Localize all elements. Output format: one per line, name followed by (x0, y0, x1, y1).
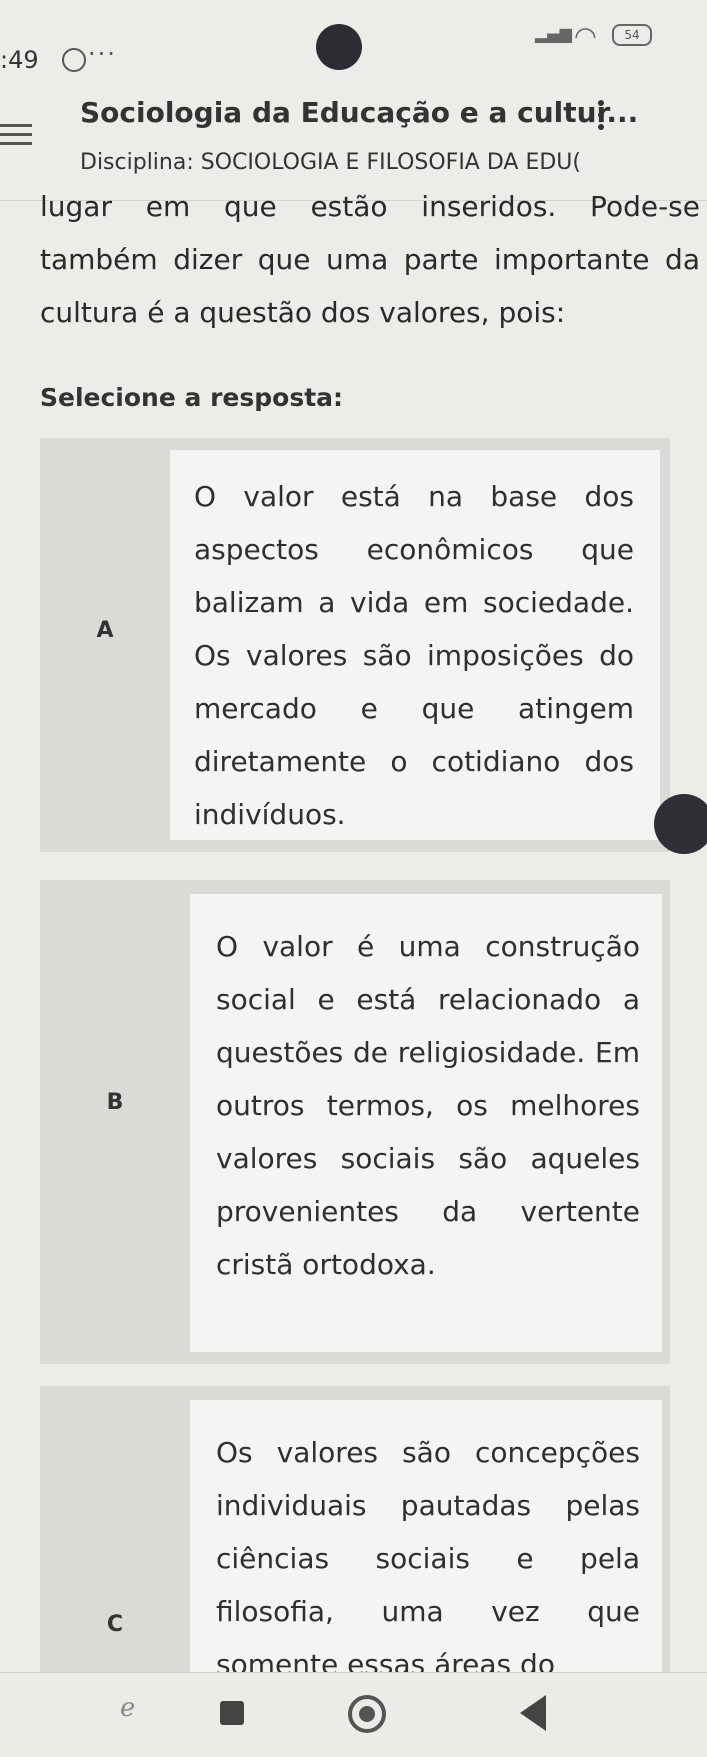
select-answer-label: Selecione a resposta: (40, 383, 344, 412)
whatsapp-icon (62, 48, 86, 72)
signal-icon: ▂▄▆ (535, 24, 572, 43)
answer-option-b[interactable]: B O valor é uma construção social e está… (40, 880, 670, 1364)
camera-cutout (316, 24, 362, 70)
page-title: Sociologia da Educação e a cultur... (80, 96, 639, 129)
option-content: O valor está na base dos aspectos econôm… (170, 450, 660, 840)
option-text: O valor está na base dos aspectos econôm… (194, 480, 634, 831)
option-content: O valor é uma construção social e está r… (190, 894, 662, 1352)
option-content: Os valores são concepções individuais pa… (190, 1400, 662, 1690)
option-letter: A (96, 618, 114, 643)
option-text: O valor é uma construção social e está r… (216, 930, 640, 1281)
system-navigation-bar: ℯ (0, 1672, 707, 1757)
home-button[interactable] (348, 1695, 386, 1733)
hamburger-menu-icon[interactable] (0, 124, 32, 151)
option-text: Os valores são concepções individuais pa… (216, 1436, 640, 1681)
wifi-icon: ◠ (574, 22, 597, 52)
more-options-icon[interactable] (598, 100, 604, 136)
status-bar: :49 ··· ▂▄▆ ◠ 54 (0, 0, 707, 80)
recents-button[interactable] (220, 1701, 244, 1725)
status-time: :49 (0, 46, 39, 74)
answer-option-a[interactable]: A O valor está na base dos aspectos econ… (40, 438, 670, 852)
page-subtitle: Disciplina: SOCIOLOGIA E FILOSOFIA DA ED… (80, 150, 581, 175)
question-text: lugar em que estão inseridos. Pode-se ta… (40, 190, 700, 329)
battery-icon: 54 (612, 24, 652, 46)
answer-option-c[interactable]: C Os valores são concepções individuais … (40, 1386, 670, 1690)
gesture-hint-icon[interactable]: ℯ (120, 1693, 135, 1723)
floating-action-button[interactable] (654, 794, 707, 854)
back-button[interactable] (520, 1695, 546, 1731)
notification-overflow: ··· (88, 40, 117, 68)
option-letter: B (106, 1090, 124, 1115)
option-letter: C (106, 1612, 124, 1637)
